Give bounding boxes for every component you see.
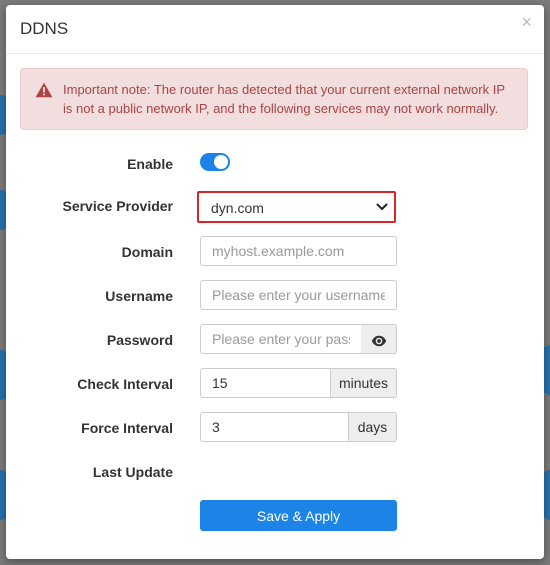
username-input[interactable] bbox=[200, 280, 397, 310]
service-provider-select[interactable]: dyn.com bbox=[197, 191, 396, 223]
modal-header: DDNS × bbox=[6, 5, 544, 54]
close-icon[interactable]: × bbox=[521, 13, 532, 31]
enable-row: Enable bbox=[6, 148, 544, 180]
force-interval-input[interactable] bbox=[200, 412, 349, 442]
enable-label: Enable bbox=[127, 156, 173, 172]
username-row: Username bbox=[6, 280, 544, 312]
service-provider-label: Service Provider bbox=[62, 198, 173, 214]
force-interval-unit: days bbox=[348, 412, 397, 442]
ddns-modal: DDNS × Important note: The router has de… bbox=[6, 5, 544, 559]
domain-label: Domain bbox=[121, 244, 173, 260]
domain-input[interactable] bbox=[200, 236, 397, 266]
password-row: Password bbox=[6, 324, 544, 356]
warning-triangle-icon bbox=[35, 82, 53, 98]
toggle-knob bbox=[214, 155, 228, 169]
force-interval-label: Force Interval bbox=[81, 420, 173, 436]
password-label: Password bbox=[106, 332, 173, 348]
service-provider-value: dyn.com bbox=[211, 200, 264, 216]
check-interval-label: Check Interval bbox=[77, 376, 173, 392]
force-interval-row: Force Interval days bbox=[6, 412, 544, 444]
alert-message: Important note: The router has detected … bbox=[63, 82, 505, 116]
check-interval-unit: minutes bbox=[330, 368, 397, 398]
check-interval-row: Check Interval minutes bbox=[6, 368, 544, 400]
warning-alert: Important note: The router has detected … bbox=[20, 68, 528, 130]
password-input[interactable] bbox=[200, 324, 362, 354]
last-update-row: Last Update bbox=[6, 456, 544, 488]
enable-toggle[interactable] bbox=[200, 153, 230, 171]
last-update-label: Last Update bbox=[92, 464, 173, 480]
save-apply-button[interactable]: Save & Apply bbox=[200, 500, 397, 531]
chevron-down-icon bbox=[376, 203, 388, 210]
show-password-button[interactable] bbox=[361, 324, 397, 354]
username-label: Username bbox=[105, 288, 173, 304]
modal-title: DDNS bbox=[20, 19, 69, 38]
service-provider-row: Service Provider dyn.com bbox=[6, 191, 544, 223]
check-interval-input[interactable] bbox=[200, 368, 331, 398]
domain-row: Domain bbox=[6, 236, 544, 268]
eye-icon bbox=[371, 335, 386, 347]
